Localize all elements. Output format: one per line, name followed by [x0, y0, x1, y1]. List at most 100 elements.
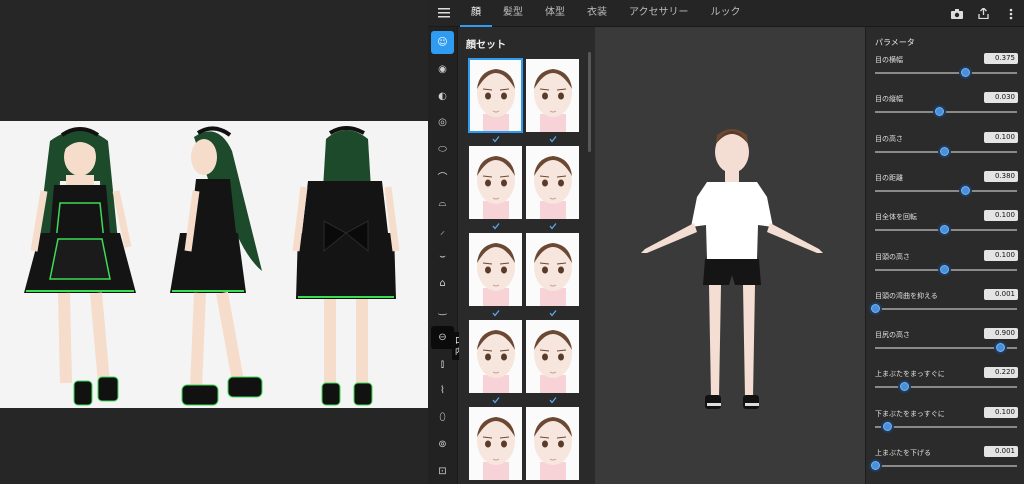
slider-knob[interactable] [958, 183, 972, 197]
param-value-field[interactable]: 0.380 [984, 170, 1018, 182]
param-value-field[interactable]: 0.900 [984, 328, 1018, 340]
slider-knob[interactable] [994, 341, 1008, 355]
param-label: 目頭の湾曲を抑える [875, 291, 938, 300]
rail-button-eyebrow[interactable]: ⌒ [431, 165, 454, 188]
slider-knob[interactable] [938, 223, 952, 237]
param-row: 目全体を回転 0.100 [866, 210, 1024, 252]
face-preview-image [534, 156, 572, 219]
tab-look[interactable]: ルック [700, 0, 752, 27]
scrollbar[interactable] [588, 52, 591, 152]
slider-track[interactable] [875, 425, 1017, 428]
parameter-panel: パラメータ 目の横幅 0.375 目の縦幅 0.030 目の高さ 0.100 目の距離 0.3… [865, 27, 1024, 484]
param-value-field[interactable]: 0.220 [984, 367, 1018, 379]
param-row: 目頭の高さ 0.100 [866, 249, 1024, 292]
param-value-field[interactable]: 0.030 [984, 92, 1018, 104]
rail-button-eyeball[interactable]: ◎ [431, 111, 454, 134]
slider-track[interactable] [875, 72, 1017, 74]
face-preset-thumbnail[interactable] [526, 407, 579, 480]
tab-hairstyle[interactable]: 髪型 [492, 0, 534, 27]
ear-icon: ⌇ [440, 385, 445, 397]
slider-knob[interactable] [897, 380, 911, 394]
rail-button-eye-shape[interactable]: ⬭ [431, 138, 454, 161]
rail-button-eyelid[interactable]: ⌣ [431, 245, 454, 268]
param-label: 上まぶたを下げる [875, 449, 931, 457]
character-sheet-illustration [24, 126, 400, 406]
slider-knob[interactable] [938, 144, 952, 158]
tab-face[interactable]: 顔 [460, 0, 492, 27]
face-preset-thumbnail[interactable] [469, 146, 522, 219]
rail-button-face-set[interactable]: ☺ [431, 31, 454, 54]
camera-button[interactable] [943, 0, 970, 27]
slider-knob[interactable] [938, 262, 952, 276]
face-preset-thumbnail[interactable] [526, 233, 579, 306]
rail-button-eye-highlight[interactable]: ◐ [431, 85, 454, 108]
rail-button-eyelash[interactable]: ⌓ [431, 192, 454, 215]
eyebrow-icon: ⌒ [437, 173, 448, 184]
avatar-viewport[interactable] [595, 27, 865, 484]
param-label: 上まぶたをまっすぐに [875, 370, 945, 379]
face-preview-image [534, 330, 572, 393]
slider-track[interactable] [875, 465, 1017, 467]
check-icon [492, 223, 500, 230]
slider-track[interactable] [875, 189, 1017, 192]
param-label: 目の距離 [875, 173, 903, 182]
slider-knob[interactable] [932, 105, 946, 119]
param-row: 下まぶたをまっすぐに 0.100 [866, 406, 1024, 449]
eye-shape-icon: ⬭ [438, 144, 447, 156]
slider-knob[interactable] [958, 66, 972, 79]
param-label: 目の高さ [875, 134, 903, 143]
face-preset-thumbnail[interactable] [526, 146, 579, 219]
face-outline-icon: ⬯ [439, 412, 446, 424]
more-button[interactable] [997, 0, 1024, 27]
param-label: 目頭の高さ [875, 252, 910, 261]
face-preview-image [534, 243, 572, 306]
rail-button-nose[interactable]: ⌂ [431, 272, 454, 295]
rail-button-head[interactable]: ⊚ [431, 433, 454, 456]
face-preset-thumbnail[interactable] [526, 59, 579, 132]
param-value-field[interactable]: 0.001 [984, 446, 1018, 457]
tab-accessory[interactable]: アクセサリー [618, 0, 700, 27]
rail-button-teeth[interactable]: ⫾ [431, 353, 454, 376]
param-value-field[interactable]: 0.100 [984, 406, 1018, 418]
tab-outfit[interactable]: 衣装 [576, 0, 618, 27]
tab-body[interactable]: 体型 [534, 0, 576, 27]
eyelid-icon: ⌣ [439, 251, 446, 263]
face-preview-image [477, 243, 515, 306]
param-value-field[interactable]: 0.100 [984, 210, 1018, 222]
params-title: パラメータ [875, 38, 915, 47]
panel-title: 顔セット [466, 40, 506, 51]
menu-button[interactable] [428, 0, 460, 27]
rail-button-face[interactable]: ⊡ [431, 460, 454, 483]
rail-button-face-outline[interactable]: ⬯ [431, 406, 454, 429]
rail-button-eyeliner[interactable]: ⸝ [431, 219, 454, 242]
check-icon [549, 310, 557, 317]
hamburger-icon [438, 8, 450, 18]
eyeball-icon: ◎ [438, 117, 447, 129]
param-label: 目の横幅 [875, 56, 903, 64]
eye-highlight-icon: ◐ [438, 90, 447, 102]
param-value-field[interactable]: 0.100 [984, 131, 1018, 143]
param-value-field[interactable]: 0.375 [984, 53, 1018, 64]
face-preset-thumbnail[interactable] [526, 320, 579, 393]
face-preset-thumbnail[interactable] [469, 407, 522, 480]
rail-button-mouth-inner[interactable]: ⊖ [431, 325, 454, 349]
face-set-icon: ☺ [437, 37, 448, 48]
face-preset-thumbnail[interactable] [469, 320, 522, 393]
slider-knob[interactable] [869, 459, 882, 472]
share-button[interactable] [970, 0, 997, 27]
check-icon [492, 136, 500, 143]
face-preset-thumbnail[interactable] [469, 233, 522, 306]
param-value-field[interactable]: 0.100 [984, 249, 1018, 261]
rail-button-mouth[interactable]: ‿ [431, 299, 454, 322]
slider-track[interactable] [875, 307, 1017, 310]
face-preview-image [477, 330, 515, 393]
slider-knob[interactable] [869, 301, 882, 315]
param-value-field[interactable]: 0.001 [984, 288, 1018, 300]
slider-knob[interactable] [881, 419, 895, 433]
param-label: 下まぶたをまっすぐに [875, 409, 945, 418]
slider-track[interactable] [875, 111, 1017, 114]
rail-button-eye[interactable]: ◉ [431, 58, 454, 81]
face-preset-thumbnail[interactable] [468, 58, 523, 133]
slider-track[interactable] [875, 386, 1017, 389]
rail-button-ear[interactable]: ⌇ [431, 379, 454, 402]
